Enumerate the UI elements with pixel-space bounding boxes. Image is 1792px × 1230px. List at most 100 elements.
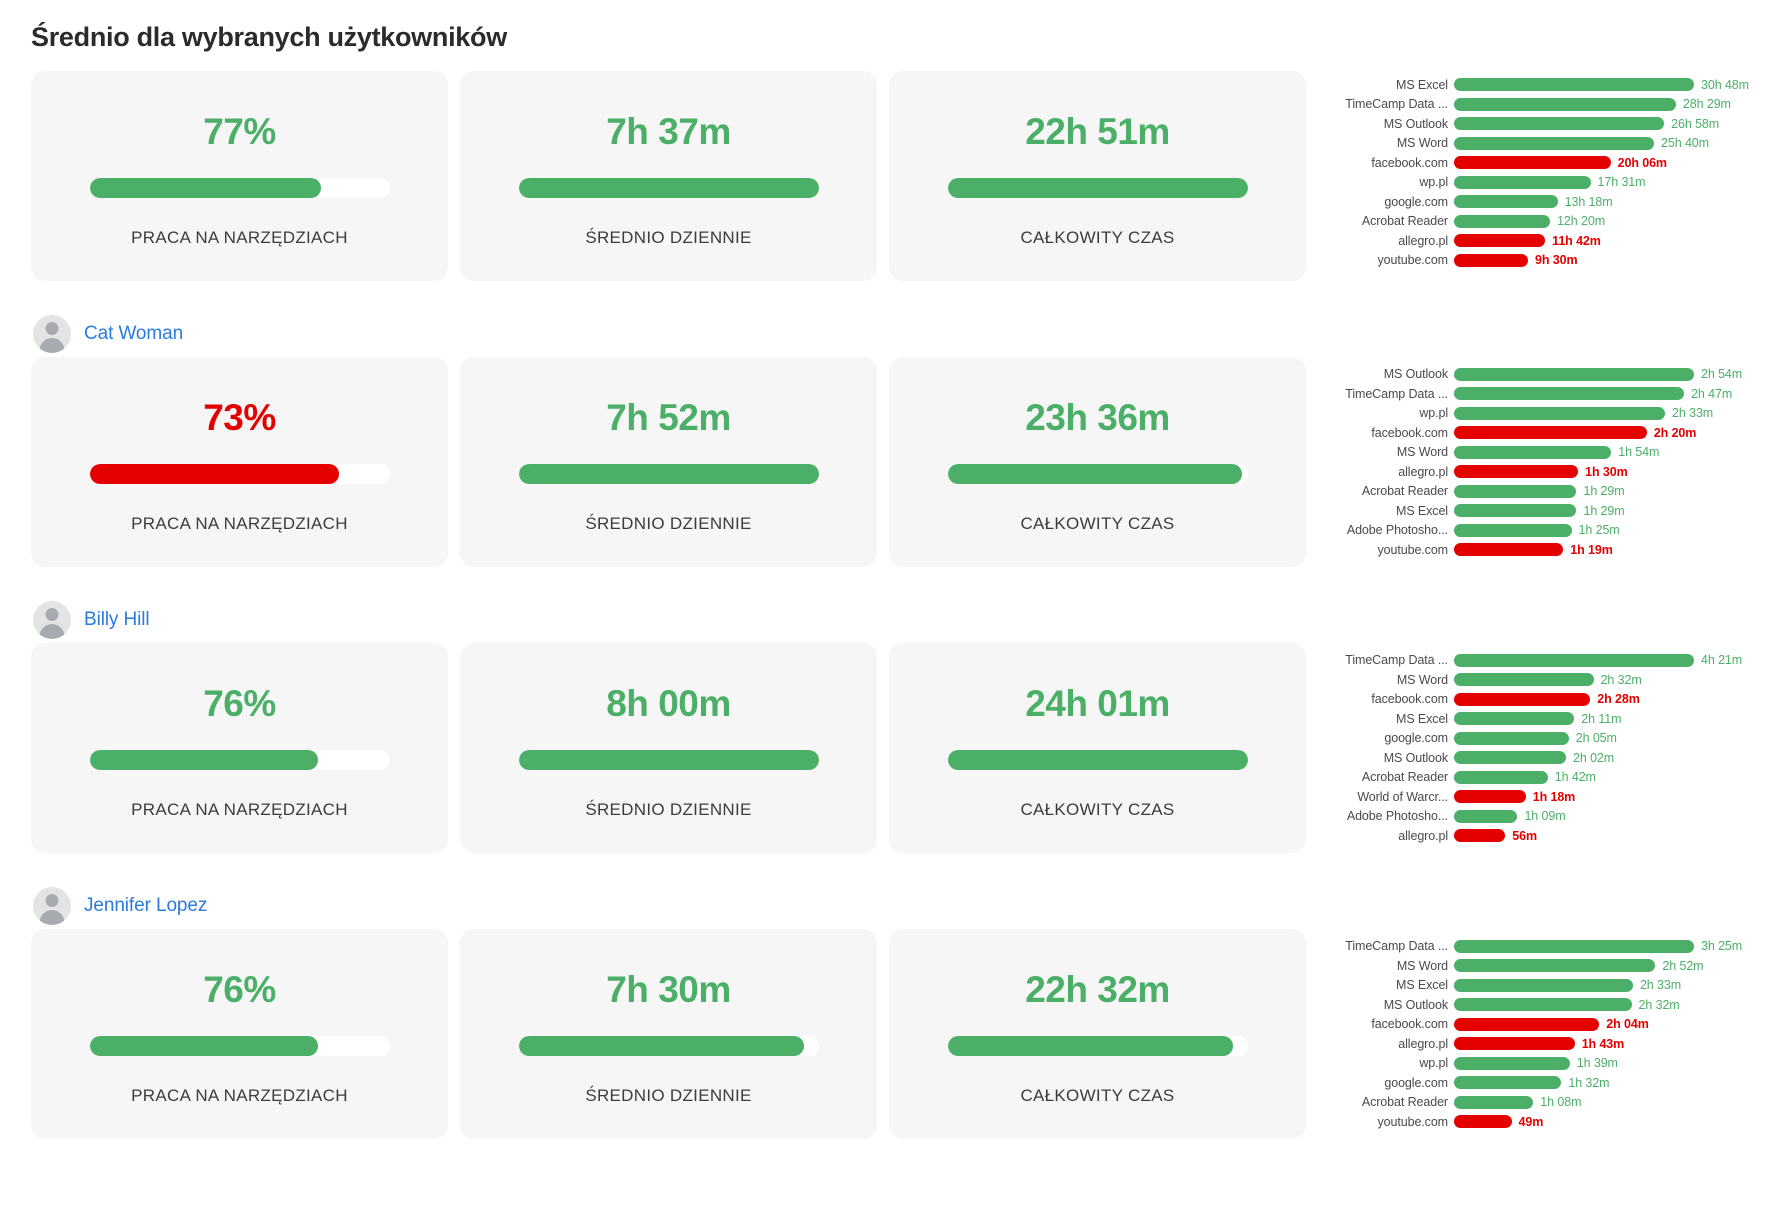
- user-avatar-icon: [33, 887, 71, 926]
- chart-bar: [1454, 523, 1572, 537]
- chart-bar-value: 25h 40m: [1661, 136, 1709, 151]
- chart-bar-value: 3h 25m: [1701, 939, 1743, 954]
- metric-value: 22h 51m: [1025, 111, 1170, 153]
- chart-bar: [1454, 809, 1518, 823]
- section-billy-hill: 76% PRACA NA NARZĘDZIACH 8h 00m ŚREDNIO DZI…: [0, 643, 1792, 854]
- chart-bar-value: 2h 32m: [1638, 997, 1680, 1012]
- chart-bar-row: Acrobat Reader 1h 29m: [1330, 482, 1774, 502]
- chart-bar-label: google.com: [1384, 194, 1448, 209]
- chart-bar-value: 1h 29m: [1583, 503, 1625, 518]
- chart-bar-value: 1h 18m: [1532, 789, 1576, 804]
- chart-bar-value: 2h 33m: [1672, 406, 1714, 421]
- chart-bar: [1454, 387, 1685, 401]
- chart-bar-label: facebook.com: [1371, 155, 1448, 170]
- chart-bar: [1454, 156, 1611, 170]
- metric-value: 76%: [203, 969, 276, 1011]
- chart-bar-row: TimeCamp Data ... 2h 47m: [1330, 384, 1774, 404]
- progress-fill: [518, 750, 819, 771]
- chart-bar-value: 28h 29m: [1682, 97, 1731, 112]
- progress-fill: [518, 178, 819, 199]
- chart-bar: [1454, 195, 1558, 209]
- metric-card: 7h 52m ŚREDNIO DZIENNIE: [460, 357, 877, 568]
- chart-bar-label: allegro.pl: [1398, 828, 1448, 843]
- chart-bar-label: TimeCamp Data ...: [1345, 386, 1448, 401]
- top-activities-chart: MS Outlook 2h 54m TimeCamp Data ... 2h 47m w…: [1306, 357, 1792, 567]
- chart-bar-row: MS Outlook 26h 58m: [1330, 114, 1774, 134]
- chart-bar-row: MS Word 2h 52m: [1330, 956, 1774, 976]
- chart-bar-row: facebook.com 2h 04m: [1330, 1015, 1774, 1035]
- user-name-link[interactable]: Billy Hill: [84, 609, 150, 631]
- chart-bar-row: allegro.pl 1h 30m: [1330, 462, 1774, 482]
- chart-bar-row: MS Word 2h 32m: [1330, 670, 1774, 690]
- top-activities-chart: TimeCamp Data ... 3h 25m MS Word 2h 52m MS E…: [1306, 929, 1792, 1139]
- top-activities-chart: TimeCamp Data ... 4h 21m MS Word 2h 32m face…: [1306, 643, 1792, 853]
- chart-bar-value: 1h 43m: [1581, 1036, 1625, 1051]
- chart-bar: [1454, 653, 1694, 667]
- chart-bar-row: Acrobat Reader 1h 08m: [1330, 1093, 1774, 1113]
- chart-bar-label: allegro.pl: [1398, 464, 1448, 479]
- chart-bar-value: 13h 18m: [1564, 194, 1613, 209]
- metric-card: 23h 36m CAŁKOWITY CZAS: [889, 357, 1306, 568]
- chart-bar-label: MS Excel: [1396, 711, 1448, 726]
- metric-value: 7h 52m: [606, 397, 731, 439]
- metric-label: CAŁKOWITY CZAS: [1020, 514, 1175, 534]
- progress-track: [89, 178, 390, 199]
- chart-bar-row: wp.pl 17h 31m: [1330, 173, 1774, 193]
- chart-bar-label: facebook.com: [1371, 1017, 1448, 1032]
- chart-bar-value: 2h 54m: [1701, 367, 1743, 382]
- chart-bar: [1454, 465, 1579, 479]
- chart-bar: [1454, 367, 1694, 381]
- chart-bar-label: wp.pl: [1419, 406, 1448, 421]
- chart-bar-row: MS Excel 2h 11m: [1330, 709, 1774, 729]
- chart-bar-value: 11h 42m: [1552, 233, 1601, 248]
- chart-bar: [1454, 829, 1506, 843]
- chart-bar-row: allegro.pl 1h 43m: [1330, 1034, 1774, 1054]
- progress-fill: [518, 464, 819, 485]
- chart-bar-label: MS Outlook: [1383, 997, 1448, 1012]
- chart-bar-row: Adobe Photosho... 1h 09m: [1330, 807, 1774, 827]
- chart-bar-label: youtube.com: [1377, 1114, 1449, 1129]
- chart-bar-value: 1h 08m: [1540, 1095, 1582, 1110]
- metric-cards: 73% PRACA NA NARZĘDZIACH 7h 52m ŚREDNIO DZI…: [31, 357, 1306, 568]
- progress-track: [89, 464, 390, 485]
- chart-bar-label: allegro.pl: [1398, 233, 1448, 248]
- chart-bar-value: 17h 31m: [1597, 175, 1646, 190]
- chart-bar-label: Adobe Photosho...: [1346, 523, 1448, 538]
- chart-bar-row: youtube.com 49m: [1330, 1112, 1774, 1132]
- chart-bar-label: TimeCamp Data ...: [1345, 939, 1448, 954]
- chart-bar-label: MS Outlook: [1383, 116, 1448, 131]
- chart-bar: [1454, 214, 1551, 228]
- chart-bar-row: TimeCamp Data ... 4h 21m: [1330, 651, 1774, 671]
- metric-value: 7h 30m: [606, 969, 731, 1011]
- chart-bar-label: youtube.com: [1377, 253, 1449, 268]
- chart-bar: [1454, 1056, 1570, 1070]
- user-name-link[interactable]: Cat Woman: [84, 323, 183, 345]
- chart-bar-label: Acrobat Reader: [1361, 484, 1448, 499]
- chart-bar-value: 1h 42m: [1554, 770, 1596, 785]
- chart-bar-value: 9h 30m: [1535, 253, 1578, 268]
- section-cat-woman: 73% PRACA NA NARZĘDZIACH 7h 52m ŚREDNIO DZI…: [0, 357, 1792, 568]
- chart-bar: [1454, 484, 1577, 498]
- progress-track: [947, 750, 1248, 771]
- chart-bar: [1454, 175, 1591, 189]
- chart-bar-value: 2h 05m: [1575, 731, 1617, 746]
- progress-track: [947, 464, 1248, 485]
- chart-bar-value: 2h 32m: [1600, 672, 1642, 687]
- chart-bar-label: MS Outlook: [1383, 367, 1448, 382]
- progress-track: [518, 464, 819, 485]
- progress-track: [947, 178, 1248, 199]
- chart-bar-value: 2h 20m: [1653, 425, 1697, 440]
- metric-card: 22h 51m CAŁKOWITY CZAS: [889, 71, 1306, 282]
- chart-bar-row: MS Excel 1h 29m: [1330, 501, 1774, 521]
- chart-bar-row: facebook.com 2h 20m: [1330, 423, 1774, 443]
- chart-bar-label: wp.pl: [1419, 1056, 1448, 1071]
- metric-card: 24h 01m CAŁKOWITY CZAS: [889, 643, 1306, 854]
- chart-bar-label: MS Excel: [1396, 503, 1448, 518]
- metric-value: 76%: [203, 683, 276, 725]
- progress-fill: [518, 1036, 804, 1057]
- chart-bar-value: 30h 48m: [1701, 77, 1749, 92]
- user-name-link[interactable]: Jennifer Lopez: [84, 895, 207, 917]
- chart-bar-label: MS Word: [1396, 445, 1448, 460]
- metric-value: 7h 37m: [606, 111, 731, 153]
